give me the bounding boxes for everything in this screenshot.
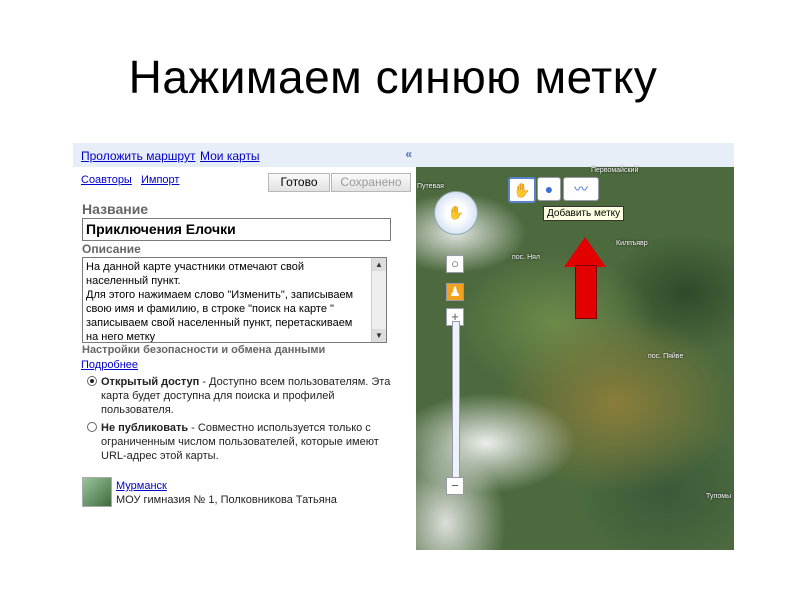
- map-label-pervomaisky: Первомайский: [591, 167, 639, 174]
- zoom-slider[interactable]: [452, 321, 460, 483]
- option-private-title: Не публиковать: [101, 422, 189, 434]
- scroll-down-icon[interactable]: ▼: [372, 329, 386, 342]
- slide-title: Нажимаем синюю метку: [128, 51, 658, 103]
- import-link[interactable]: Импорт: [141, 174, 179, 186]
- red-arrow-shaft: [575, 265, 597, 319]
- map-edit-panel: Проложить маршрут Мои карты « Соавторы И…: [73, 143, 416, 513]
- line-icon: 〰: [574, 181, 588, 197]
- map-label-pyaive: пос. Пяйве: [648, 353, 684, 360]
- map-header-strip: [416, 143, 734, 167]
- done-button[interactable]: Готово: [268, 173, 330, 192]
- draw-line-button[interactable]: 〰: [563, 177, 599, 201]
- description-scrollbar[interactable]: ▲ ▼: [371, 258, 386, 342]
- scroll-up-icon[interactable]: ▲: [372, 258, 386, 271]
- public-radio[interactable]: [87, 376, 97, 386]
- author-avatar: [82, 477, 112, 507]
- route-link[interactable]: Проложить маршрут: [81, 149, 195, 163]
- hand-icon: ✋: [513, 182, 531, 198]
- map-title-input[interactable]: Приключения Елочки: [82, 218, 391, 241]
- coauthors-link[interactable]: Соавторы: [81, 174, 132, 186]
- map-label-kilpyavr: Килпъявр: [616, 240, 648, 247]
- saved-button[interactable]: Сохранено: [331, 173, 411, 192]
- hand-tool-button[interactable]: ✋: [508, 177, 536, 203]
- security-heading: Настройки безопасности и обмена данными: [82, 344, 326, 356]
- zoom-out-button[interactable]: −: [446, 477, 464, 495]
- marker-icon: ●: [544, 181, 554, 197]
- more-info-link[interactable]: Подробнее: [81, 359, 138, 371]
- description-label: Описание: [82, 242, 141, 256]
- pan-hand-icon: ✋: [447, 205, 465, 220]
- option-public-title: Открытый доступ: [101, 376, 200, 388]
- panel-top-links: Проложить маршрут Мои карты «: [73, 143, 416, 167]
- add-marker-button[interactable]: ●: [537, 177, 561, 201]
- description-text: На данной карте участники отмечают свой …: [86, 261, 354, 343]
- map-label-nyal: пос. Нял: [512, 254, 541, 261]
- street-view-pegman-icon[interactable]: ♟: [446, 283, 464, 301]
- map-label-putevaya: Путевая: [417, 183, 444, 190]
- name-label: Название: [82, 201, 149, 217]
- red-arrow-head: [564, 237, 606, 267]
- my-maps-link[interactable]: Мои карты: [200, 149, 260, 163]
- description-textarea[interactable]: На данной карте участники отмечают свой …: [82, 257, 387, 343]
- add-marker-tooltip: Добавить метку: [543, 206, 625, 221]
- zoom-reset-button[interactable]: ○: [446, 255, 464, 273]
- private-radio[interactable]: [87, 422, 97, 432]
- author-link[interactable]: Мурманск: [116, 480, 167, 492]
- author-info: МОУ гимназия № 1, Полковникова Татьяна: [116, 494, 337, 506]
- collapse-panel-icon[interactable]: «: [405, 147, 412, 161]
- pan-control[interactable]: ✋: [434, 191, 478, 235]
- map-label-tulomy: Туломы: [706, 493, 732, 500]
- map-view[interactable]: Первомайский Путевая пос. Нял Килпъявр п…: [416, 143, 734, 550]
